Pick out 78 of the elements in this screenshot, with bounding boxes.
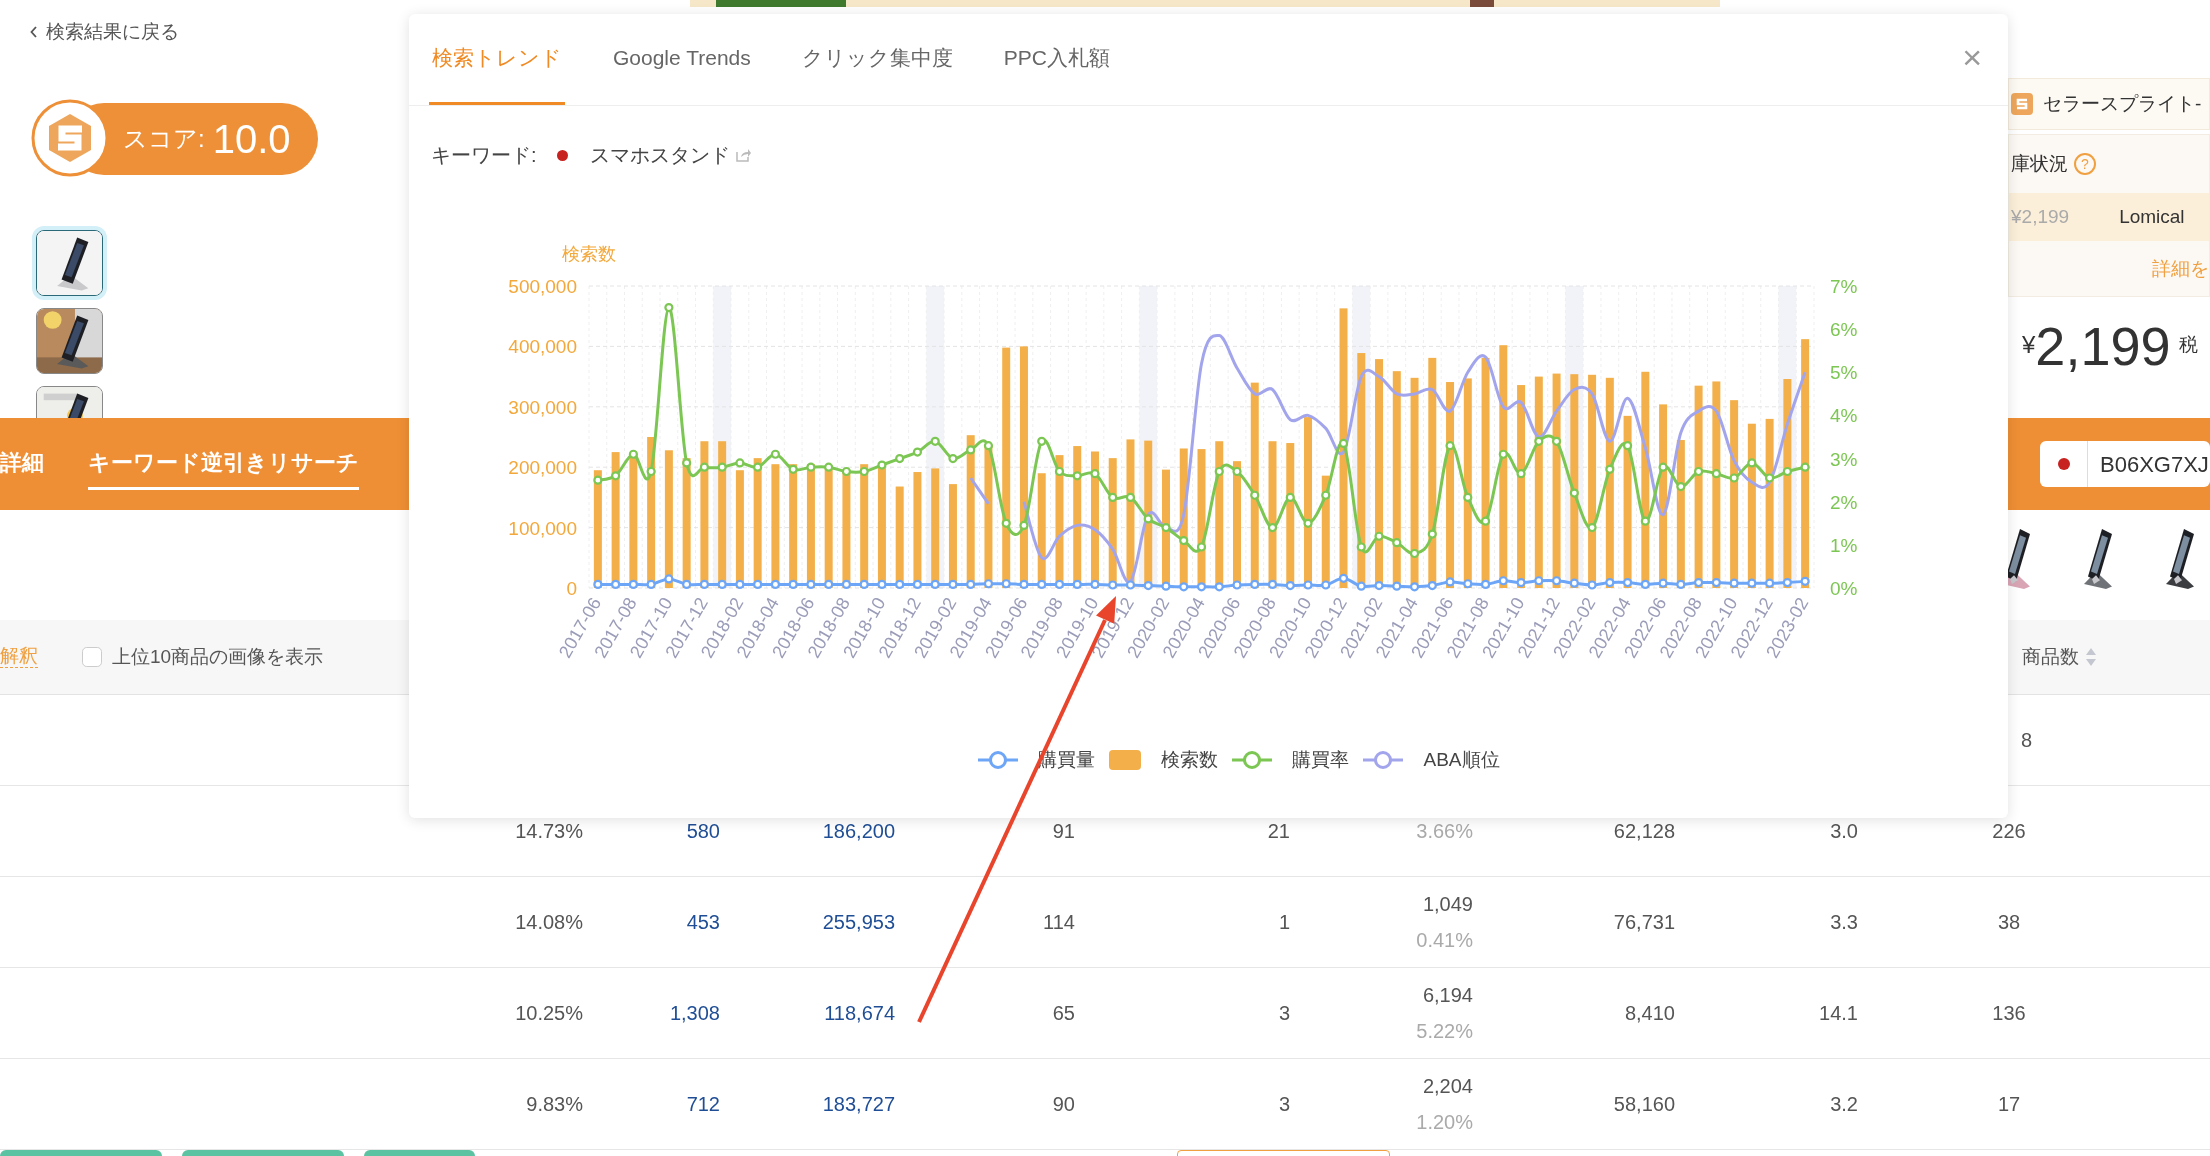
table-cell: 3.0	[1830, 820, 1858, 842]
table-cell: 136	[1992, 1002, 2026, 1024]
table-cell: 8,410	[1624, 1002, 1675, 1024]
table-cell: 10.25%	[515, 1002, 583, 1024]
axis-label: 1%	[1830, 534, 1858, 556]
rate-text: 3.66%	[1416, 819, 1473, 844]
axis-label: 7%	[1830, 276, 1858, 297]
axis-label: 400,000	[508, 336, 577, 358]
currency-sign: ¥	[2022, 330, 2036, 358]
keyword-label: キーワード:	[431, 143, 537, 168]
axis-label: 6%	[1830, 319, 1858, 341]
table-cell: 14.1	[1819, 1002, 1858, 1024]
table-cell: 38	[1997, 911, 2021, 933]
table-cell: 65	[1052, 1002, 1075, 1024]
seller-name: Lomical	[2119, 204, 2185, 229]
table-cell: 14.73%	[515, 820, 583, 842]
table-cell: 62,128	[1613, 820, 1675, 842]
table-cell: 14.08%	[515, 911, 583, 933]
axis-label: 4%	[1830, 405, 1858, 427]
score-value: 10.0	[212, 116, 291, 164]
axis-label: 500,000	[508, 276, 577, 297]
table-cell: 3.2	[1830, 1093, 1858, 1115]
axis-label: 0	[566, 578, 577, 599]
keyword-value: スマホスタンド	[589, 143, 730, 168]
rate-text: 0.41%	[1416, 928, 1473, 953]
axis-label: 100,000	[508, 517, 577, 539]
offer-row[interactable]: ¥2,199 Lomical	[2009, 193, 2209, 241]
table-cell: 58,160	[1613, 1093, 1675, 1115]
checkbox-label: 上位10商品の画像を表示	[112, 644, 324, 669]
table-link[interactable]: 453	[686, 911, 720, 933]
asin-field[interactable]: B06XG7XJ	[2040, 441, 2210, 487]
table-link[interactable]: 186,200	[822, 820, 895, 842]
tab[interactable]: Google Trends	[610, 14, 754, 105]
table-cell: 114	[1043, 911, 1075, 933]
axis-label: 5%	[1830, 362, 1858, 384]
axis-label: 0%	[1830, 578, 1858, 599]
column-header[interactable]: 商品数	[2022, 642, 2079, 672]
table-link[interactable]: 1,308	[669, 1002, 720, 1024]
table-cell: 90	[1052, 1093, 1075, 1115]
rate-text: 5.22%	[1416, 1019, 1473, 1044]
table-cell: 8	[2021, 729, 2033, 751]
rate-text: 1.20%	[1416, 1110, 1473, 1135]
axis-label: 300,000	[508, 396, 577, 418]
offer-price: ¥2,199	[2011, 204, 2070, 229]
back-link[interactable]: 検索結果に戻る	[30, 17, 179, 47]
table-cell: 21	[1267, 820, 1290, 842]
table-cell: 3	[1278, 1002, 1290, 1024]
table-link[interactable]: 255,953	[822, 911, 895, 933]
axis-label: 200,000	[508, 457, 577, 479]
table-cell-text: 2,204	[1422, 1074, 1473, 1099]
tax-label: 税	[2178, 332, 2198, 357]
legend-label: ABA順位	[1423, 747, 1500, 772]
table-link[interactable]: 712	[686, 1093, 720, 1115]
table-cell: 226	[1992, 820, 2026, 842]
table-cell: 3.3	[1830, 911, 1858, 933]
table-cell: 9.83%	[526, 1093, 583, 1115]
table-cell: 17	[1997, 1093, 2021, 1115]
legend-label: 購買率	[1292, 747, 1350, 772]
table-cell: 3	[1278, 1093, 1290, 1115]
table-cell: 76,731	[1613, 911, 1675, 933]
banner-title: セラースプライト-	[2043, 91, 2202, 116]
tab[interactable]: PPC入札額	[1000, 14, 1113, 105]
legend-label: 検索数	[1161, 747, 1219, 772]
axis-title: 検索数	[562, 244, 616, 264]
table-link[interactable]: 118,674	[824, 1002, 895, 1024]
table-cell: 91	[1052, 820, 1075, 842]
table-link[interactable]: 183,727	[822, 1093, 895, 1115]
table-cell-text: 1,049	[1422, 892, 1473, 917]
tab[interactable]: クリック集中度	[798, 14, 956, 105]
axis-label: 3%	[1830, 448, 1858, 470]
table-link[interactable]: 580	[686, 820, 720, 842]
stock-label: 庫状況	[2011, 151, 2068, 176]
table-cell-text: 6,194	[1422, 983, 1473, 1008]
price-amount: 2,199	[2035, 318, 2171, 373]
asin-value: B06XG7XJ	[2099, 450, 2209, 479]
axis-label: 2%	[1830, 491, 1858, 513]
score-label: スコア:	[123, 124, 205, 155]
table-cell: 1	[1278, 911, 1290, 933]
